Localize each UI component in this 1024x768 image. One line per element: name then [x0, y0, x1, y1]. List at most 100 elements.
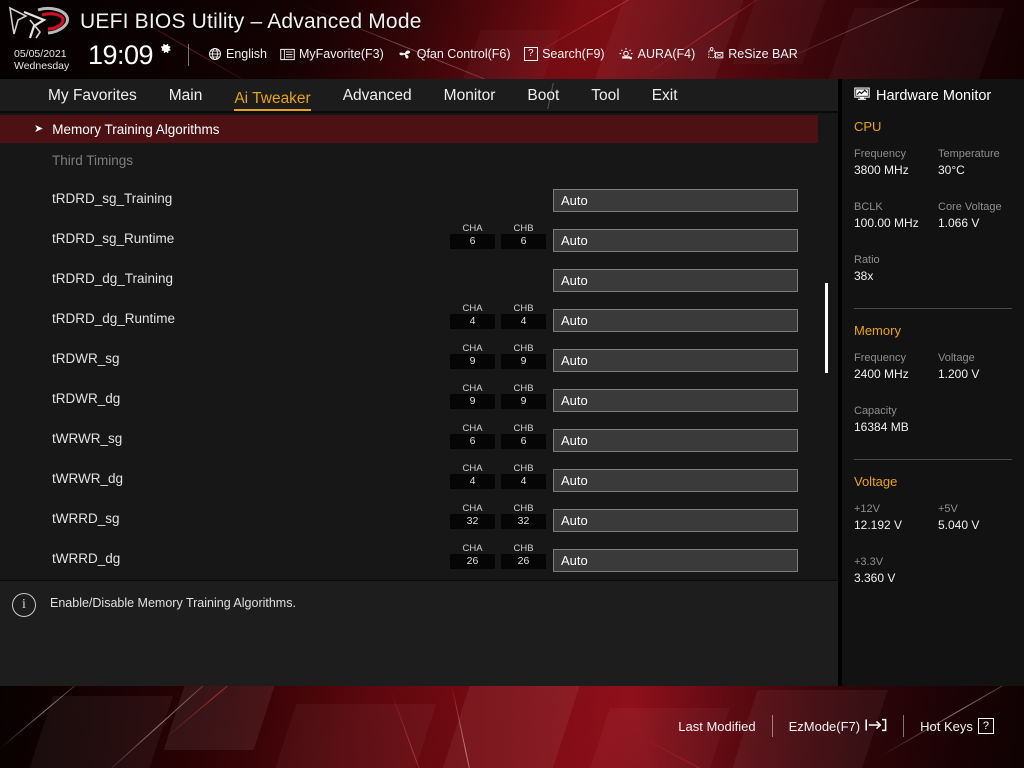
hot-keys-label: Hot Keys	[920, 718, 973, 734]
setting-label: tRDRD_dg_Runtime	[52, 311, 176, 326]
channel-a-readout: CHA 26	[450, 543, 495, 569]
tab-active-underline	[234, 108, 311, 111]
tab-monitor[interactable]: Monitor	[428, 79, 512, 113]
channel-b-readout: CHB 26	[501, 543, 546, 569]
hw-field-value: 2400 MHz	[854, 367, 909, 381]
header-divider	[188, 44, 189, 66]
footer-actions: Last Modified EzMode(F7) Hot Keys ?	[662, 715, 1010, 737]
hw-field: BCLK 100.00 MHz	[854, 200, 919, 231]
setting-row[interactable]: tRDRD_dg_Runtime CHA 4 CHB 4 Auto	[0, 301, 818, 341]
channel-a-label: CHA	[462, 223, 483, 234]
search-button[interactable]: ? Search(F9)	[523, 47, 605, 61]
setting-row[interactable]: tWRRD_sg CHA 32 CHB 32 Auto	[0, 501, 818, 541]
resize-bar-icon	[708, 47, 724, 61]
hw-field-key: Frequency	[854, 352, 906, 364]
hw-field: Ratio 38x	[854, 253, 880, 284]
list-icon	[280, 48, 295, 61]
settings-scrollbar-thumb[interactable]	[825, 283, 828, 373]
channel-a-value: 32	[450, 514, 495, 529]
setting-row[interactable]: tRDRD_dg_Training Auto	[0, 261, 818, 301]
tab-label: Tool	[591, 87, 620, 104]
setting-label: tRDRD_dg_Training	[52, 271, 174, 286]
setting-row[interactable]: tRDWR_dg CHA 9 CHB 9 Auto	[0, 381, 818, 421]
setting-label: tRDWR_dg	[52, 391, 121, 406]
hw-field: Core Voltage 1.066 V	[938, 200, 1002, 231]
channel-a-readout: CHA 32	[450, 503, 495, 529]
tab-tool[interactable]: Tool	[575, 79, 635, 113]
channel-b-label: CHB	[513, 543, 534, 554]
setting-row[interactable]: tRDRD_sg_Training Auto	[0, 181, 818, 221]
ezmode-button[interactable]: EzMode(F7)	[773, 718, 904, 735]
tab-boot[interactable]: Boot	[511, 79, 575, 113]
hw-field-key: +12V	[854, 503, 880, 515]
globe-icon	[208, 47, 222, 61]
hw-field: +5V 5.040 V	[938, 502, 979, 533]
setting-value-field[interactable]: Auto	[553, 229, 798, 252]
channel-b-label: CHB	[513, 463, 534, 474]
tab-main[interactable]: Main	[153, 79, 219, 113]
channel-a-readout: CHA 9	[450, 343, 495, 369]
hw-field-value: 38x	[854, 269, 874, 283]
page-title: UEFI BIOS Utility – Advanced Mode	[80, 10, 422, 33]
setting-row[interactable]: tRDRD_sg_Runtime CHA 6 CHB 6 Auto	[0, 221, 818, 261]
hw-field-value: 16384 MB	[854, 420, 909, 434]
tab-advanced[interactable]: Advanced	[327, 79, 428, 113]
tab-ai-tweaker[interactable]: Ai Tweaker	[218, 82, 326, 111]
setting-value-field[interactable]: Auto	[553, 549, 798, 572]
channel-b-readout: CHB 6	[501, 423, 546, 449]
hw-field-key: BCLK	[854, 201, 883, 213]
setting-row[interactable]: tRDWR_sg CHA 9 CHB 9 Auto	[0, 341, 818, 381]
hw-field-value: 5.040 V	[938, 518, 980, 532]
last-modified-button[interactable]: Last Modified	[662, 719, 771, 734]
setting-row[interactable]: tWRWR_sg CHA 6 CHB 6 Auto	[0, 421, 818, 461]
language-button[interactable]: English	[208, 47, 267, 61]
date-value: 05/05/2021	[14, 48, 67, 60]
channel-b-value: 32	[501, 514, 546, 529]
setting-label: tWRRD_dg	[52, 551, 121, 566]
weekday-value: Wednesday	[14, 60, 70, 72]
setting-label: tRDWR_sg	[52, 351, 120, 366]
setting-value-field[interactable]: Auto	[553, 269, 798, 292]
channel-a-readout: CHA 6	[450, 423, 495, 449]
tab-label: Advanced	[342, 87, 412, 104]
section-header-third-timings: Third Timings	[52, 153, 134, 168]
hardware-monitor-title: Hardware Monitor	[854, 87, 991, 105]
setting-value-field[interactable]: Auto	[553, 309, 798, 332]
channel-b-value: 4	[501, 474, 546, 489]
language-label: English	[226, 47, 267, 61]
setting-value-field[interactable]: Auto	[553, 389, 798, 412]
hw-field: +3.3V 3.360 V	[854, 555, 895, 586]
hardware-monitor-panel: Hardware Monitor CPU Frequency 3800 MHz Tem…	[842, 79, 1024, 686]
tab-label: Main	[168, 87, 203, 104]
menu-item-memory-training-algorithms[interactable]: ➤ Memory Training Algorithms	[0, 115, 818, 143]
setting-value-field[interactable]: Auto	[553, 349, 798, 372]
setting-value-field[interactable]: Auto	[553, 189, 798, 212]
tab-label: Boot	[527, 87, 560, 104]
channel-a-value: 6	[450, 434, 495, 449]
question-box-icon: ?	[523, 47, 539, 61]
setting-label: tWRWR_dg	[52, 471, 124, 486]
aura-button[interactable]: AURA(F4)	[618, 47, 695, 61]
tab-exit[interactable]: Exit	[636, 79, 694, 113]
gear-icon[interactable]	[159, 42, 172, 55]
setting-label: tRDRD_sg_Runtime	[52, 231, 175, 246]
hw-field: Capacity 16384 MB	[854, 404, 909, 435]
channel-a-label: CHA	[462, 463, 483, 474]
setting-value-field[interactable]: Auto	[553, 509, 798, 532]
last-modified-label: Last Modified	[678, 718, 756, 734]
setting-row[interactable]: tWRWR_dg CHA 4 CHB 4 Auto	[0, 461, 818, 501]
channel-a-label: CHA	[462, 383, 483, 394]
myfavorite-button[interactable]: MyFavorite(F3)	[280, 47, 384, 61]
channel-a-readout: CHA 9	[450, 383, 495, 409]
channel-b-value: 9	[501, 394, 546, 409]
qfan-control-button[interactable]: Qfan Control(F6)	[397, 47, 511, 61]
channel-b-value: 6	[501, 234, 546, 249]
hot-keys-button[interactable]: Hot Keys ?	[904, 718, 1010, 734]
setting-value-field[interactable]: Auto	[553, 469, 798, 492]
setting-row[interactable]: tWRRD_dg CHA 26 CHB 26 Auto	[0, 541, 818, 578]
resize-bar-button[interactable]: ReSize BAR	[708, 47, 798, 61]
channel-b-readout: CHB 4	[501, 463, 546, 489]
tab-my-favorites[interactable]: My Favorites	[32, 79, 153, 113]
search-label: Search(F9)	[542, 47, 605, 61]
setting-value-field[interactable]: Auto	[553, 429, 798, 452]
